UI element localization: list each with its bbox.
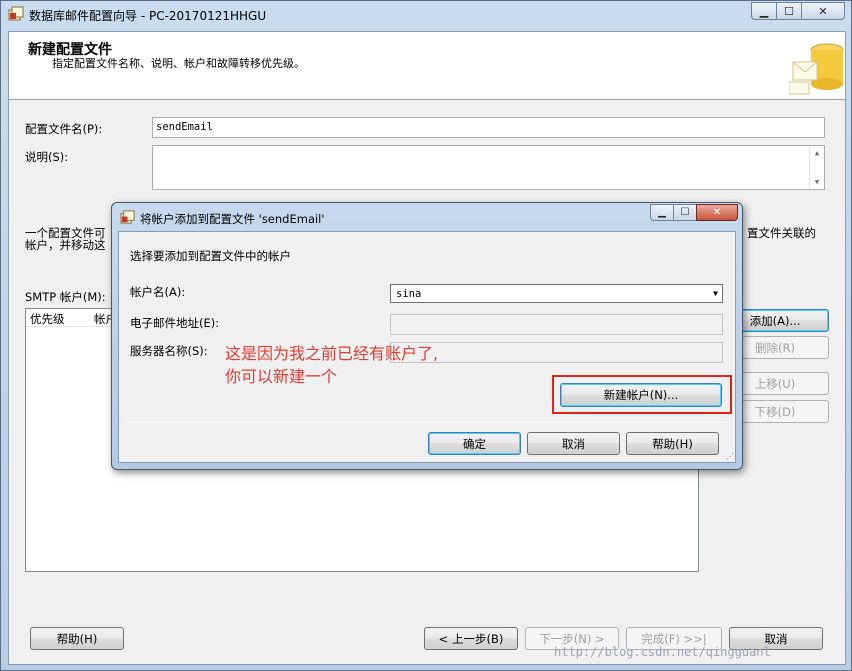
account-name-select[interactable]: sina ▼ xyxy=(390,284,723,303)
dialog-separator xyxy=(127,422,727,423)
email-address-label: 电子邮件地址(E): xyxy=(130,316,220,330)
account-name-label: 帐户名(A): xyxy=(130,285,186,299)
help-button[interactable]: 帮助(H) xyxy=(30,627,124,650)
server-name-field xyxy=(390,342,723,363)
dialog-minimize-button[interactable]: ▁ xyxy=(650,204,674,221)
wizard-window: 数据库邮件配置向导 - PC-20170121HHGU ▁ ☐ ✕ 新建配置文件… xyxy=(0,0,852,671)
info-text-line1-right: 置文件关联的 xyxy=(747,226,816,240)
dialog-maximize-button[interactable]: ☐ xyxy=(673,204,697,221)
profile-name-input[interactable]: sendEmail xyxy=(152,117,825,138)
dialog-title: 将帐户添加到配置文件 'sendEmail' xyxy=(140,212,325,226)
scroll-down-icon: ▼ xyxy=(814,178,820,186)
close-button[interactable]: ✕ xyxy=(801,2,845,20)
database-mail-app-icon xyxy=(120,210,135,224)
scroll-up-icon: ▲ xyxy=(814,149,820,157)
description-label: 说明(S): xyxy=(25,150,69,164)
maximize-icon: ☐ xyxy=(784,4,794,18)
new-account-button[interactable]: 新建帐户(N)... xyxy=(560,383,722,407)
dialog-help-button[interactable]: 帮助(H) xyxy=(626,432,719,455)
dialog-instruction: 选择要添加到配置文件中的帐户 xyxy=(130,249,291,263)
minimize-icon: ▁ xyxy=(759,4,769,18)
description-input[interactable]: ▲ ▼ xyxy=(152,145,825,190)
window-title: 数据库邮件配置向导 - PC-20170121HHGU xyxy=(29,9,267,23)
database-mail-banner-icon xyxy=(789,43,844,95)
database-mail-app-icon xyxy=(8,6,24,21)
dialog-close-button[interactable]: ✕ xyxy=(696,204,738,221)
server-name-label: 服务器名称(S): xyxy=(130,344,208,358)
close-icon: ✕ xyxy=(712,207,722,218)
maximize-button[interactable]: ☐ xyxy=(776,2,802,20)
email-address-field xyxy=(390,314,723,335)
resize-grip-icon[interactable]: ⋰ xyxy=(726,452,734,461)
smtp-accounts-label: SMTP 帐户(M): xyxy=(25,290,106,304)
dialog-ok-button[interactable]: 确定 xyxy=(428,432,521,455)
dialog-client-area: 选择要添加到配置文件中的帐户 帐户名(A): sina ▼ 电子邮件地址(E):… xyxy=(118,231,736,463)
annotation-line-1: 这是因为我之前已经有账户了, xyxy=(225,344,439,363)
maximize-icon: ☐ xyxy=(680,207,690,218)
title-bar: 数据库邮件配置向导 - PC-20170121HHGU ▁ ☐ ✕ xyxy=(1,1,851,27)
back-button[interactable]: < 上一步(B) xyxy=(424,627,518,650)
watermark-text: http://blog.csdn.net/qingguanl xyxy=(554,645,771,659)
account-name-value: sina xyxy=(396,288,422,300)
profile-name-label: 配置文件名(P): xyxy=(25,122,103,136)
annotation-line-2: 你可以新建一个 xyxy=(225,367,338,386)
close-icon: ✕ xyxy=(818,4,828,18)
add-account-dialog: 将帐户添加到配置文件 'sendEmail' ▁ ☐ ✕ 选择要添加到配置文件中… xyxy=(111,202,743,470)
description-scrollbar[interactable]: ▲ ▼ xyxy=(809,146,824,189)
minimize-button[interactable]: ▁ xyxy=(751,2,777,20)
page-subtitle: 指定配置文件名称、说明、帐户和故障转移优先级。 xyxy=(52,57,305,70)
dialog-cancel-button[interactable]: 取消 xyxy=(527,432,620,455)
column-priority[interactable]: 优先级 xyxy=(30,311,65,327)
wizard-header: 新建配置文件 指定配置文件名称、说明、帐户和故障转移优先级。 xyxy=(9,32,845,100)
info-text-line2: 帐户，并移动这 xyxy=(25,238,106,252)
chevron-down-icon: ▼ xyxy=(713,289,718,298)
minimize-icon: ▁ xyxy=(658,207,666,218)
